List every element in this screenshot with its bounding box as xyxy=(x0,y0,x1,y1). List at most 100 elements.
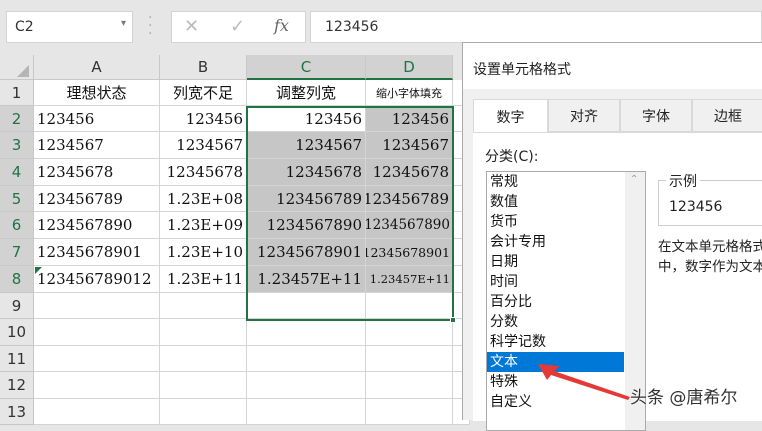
cell[interactable] xyxy=(366,399,453,425)
cell[interactable] xyxy=(34,399,160,425)
cell[interactable]: 1234567890 xyxy=(366,212,453,239)
cell[interactable]: 1234567 xyxy=(366,132,453,159)
cell[interactable]: 123456789 xyxy=(34,186,160,212)
name-box-value: C2 xyxy=(15,19,34,35)
cell[interactable]: 1234567890 xyxy=(247,212,366,239)
cell[interactable] xyxy=(366,372,453,399)
category-item[interactable]: 常规 xyxy=(487,172,624,192)
header-cell[interactable]: 调整列宽 xyxy=(247,80,366,106)
row-header-1[interactable]: 1 xyxy=(0,80,34,106)
row-header-2[interactable]: 2 xyxy=(0,106,34,132)
category-item[interactable]: 货币 xyxy=(487,212,624,232)
category-item[interactable]: 百分比 xyxy=(487,292,624,312)
row-header-7[interactable]: 7 xyxy=(0,239,34,266)
cell[interactable]: 123456 xyxy=(160,106,247,132)
cell[interactable] xyxy=(366,293,453,319)
cell[interactable]: 1.23457E+11 xyxy=(366,266,453,293)
cell[interactable] xyxy=(34,372,160,399)
row-header-8[interactable]: 8 xyxy=(0,266,34,293)
cell[interactable]: 123456789 xyxy=(366,186,453,212)
cell[interactable]: 12345678 xyxy=(247,159,366,186)
row-header-9[interactable]: 9 xyxy=(0,293,34,319)
category-item[interactable]: 分数 xyxy=(487,312,624,332)
cell[interactable]: 1.23457E+11 xyxy=(247,266,366,293)
error-indicator-icon[interactable] xyxy=(35,267,42,274)
row-header-12[interactable]: 12 xyxy=(0,372,34,399)
cell[interactable] xyxy=(160,346,247,372)
cell[interactable]: 12345678 xyxy=(34,159,160,186)
row-header-6[interactable]: 6 xyxy=(0,212,34,239)
row-header-13[interactable]: 13 xyxy=(0,399,34,425)
sample-label: 示例 xyxy=(666,171,700,191)
select-all-corner[interactable] xyxy=(0,55,34,80)
column-header-D[interactable]: D xyxy=(366,55,453,80)
cell[interactable] xyxy=(247,293,366,319)
column-header-B[interactable]: B xyxy=(160,55,247,80)
cell[interactable]: 1234567 xyxy=(160,132,247,159)
cell[interactable] xyxy=(366,319,453,346)
cell[interactable]: 1234567 xyxy=(34,132,160,159)
cell[interactable]: 12345678901 xyxy=(366,239,453,266)
chevron-down-icon[interactable]: ▾ xyxy=(121,18,126,29)
cell[interactable] xyxy=(160,399,247,425)
header-cell[interactable]: 列宽不足 xyxy=(160,80,247,106)
cell[interactable]: 123456 xyxy=(34,106,160,132)
column-header-C[interactable]: C xyxy=(247,55,366,80)
chevron-up-icon[interactable]: ⌃ xyxy=(630,174,638,185)
watermark: 头条 @唐希尔 xyxy=(630,388,738,408)
tab-font[interactable]: 字体 xyxy=(620,99,692,132)
cell[interactable] xyxy=(34,319,160,346)
cell[interactable] xyxy=(247,372,366,399)
column-header-A[interactable]: A xyxy=(34,55,160,80)
header-cell[interactable]: 缩小字体填充 xyxy=(366,80,453,106)
cell[interactable]: 123456789012 xyxy=(34,266,160,293)
formula-input[interactable]: 123456 xyxy=(310,11,762,43)
cell[interactable] xyxy=(366,346,453,372)
name-box[interactable]: C2 ▾ xyxy=(6,11,133,43)
cell[interactable]: 123456 xyxy=(247,106,366,132)
header-cell[interactable]: 理想状态 xyxy=(34,80,160,106)
row-header-4[interactable]: 4 xyxy=(0,159,34,186)
cell[interactable]: 1.23E+10 xyxy=(160,239,247,266)
cell[interactable]: 1234567 xyxy=(247,132,366,159)
cell[interactable]: 12345678901 xyxy=(247,239,366,266)
cancel-icon[interactable]: ✕ xyxy=(184,16,199,37)
cell[interactable] xyxy=(247,399,366,425)
cell[interactable]: 12345678 xyxy=(160,159,247,186)
cell[interactable] xyxy=(160,293,247,319)
tab-border[interactable]: 边框 xyxy=(692,99,762,132)
category-item[interactable]: 数值 xyxy=(487,192,624,212)
cell[interactable]: 12345678 xyxy=(366,159,453,186)
category-item[interactable]: 日期 xyxy=(487,252,624,272)
category-item[interactable]: 科学记数 xyxy=(487,332,624,352)
sample-value: 123456 xyxy=(669,199,723,215)
tab-number[interactable]: 数字 xyxy=(473,99,548,133)
cell[interactable]: 1.23E+11 xyxy=(160,266,247,293)
category-label: 分类(C): xyxy=(485,149,539,165)
cell[interactable] xyxy=(160,372,247,399)
cell[interactable]: 1.23E+08 xyxy=(160,186,247,212)
fill-handle[interactable] xyxy=(450,317,456,323)
triangle-icon[interactable] xyxy=(16,65,29,77)
row-header-3[interactable]: 3 xyxy=(0,132,34,159)
formula-buttons: ✕ ✓ fx xyxy=(171,11,306,43)
row-header-11[interactable]: 11 xyxy=(0,346,34,372)
row-header-5[interactable]: 5 xyxy=(0,186,34,212)
drag-handle-icon[interactable]: · · · xyxy=(148,11,152,41)
tab-alignment[interactable]: 对齐 xyxy=(548,99,620,132)
cell[interactable]: 123456789 xyxy=(247,186,366,212)
insert-function-icon[interactable]: fx xyxy=(274,16,289,35)
cell[interactable]: 1234567890 xyxy=(34,212,160,239)
cell[interactable]: 1.23E+09 xyxy=(160,212,247,239)
category-item[interactable]: 会计专用 xyxy=(487,232,624,252)
cell[interactable] xyxy=(247,346,366,372)
cell[interactable] xyxy=(160,319,247,346)
cell[interactable] xyxy=(247,319,366,346)
category-item[interactable]: 时间 xyxy=(487,272,624,292)
enter-icon[interactable]: ✓ xyxy=(230,16,245,37)
cell[interactable] xyxy=(34,293,160,319)
cell[interactable]: 123456 xyxy=(366,106,453,132)
cell[interactable] xyxy=(34,346,160,372)
cell[interactable]: 12345678901 xyxy=(34,239,160,266)
row-header-10[interactable]: 10 xyxy=(0,319,34,346)
